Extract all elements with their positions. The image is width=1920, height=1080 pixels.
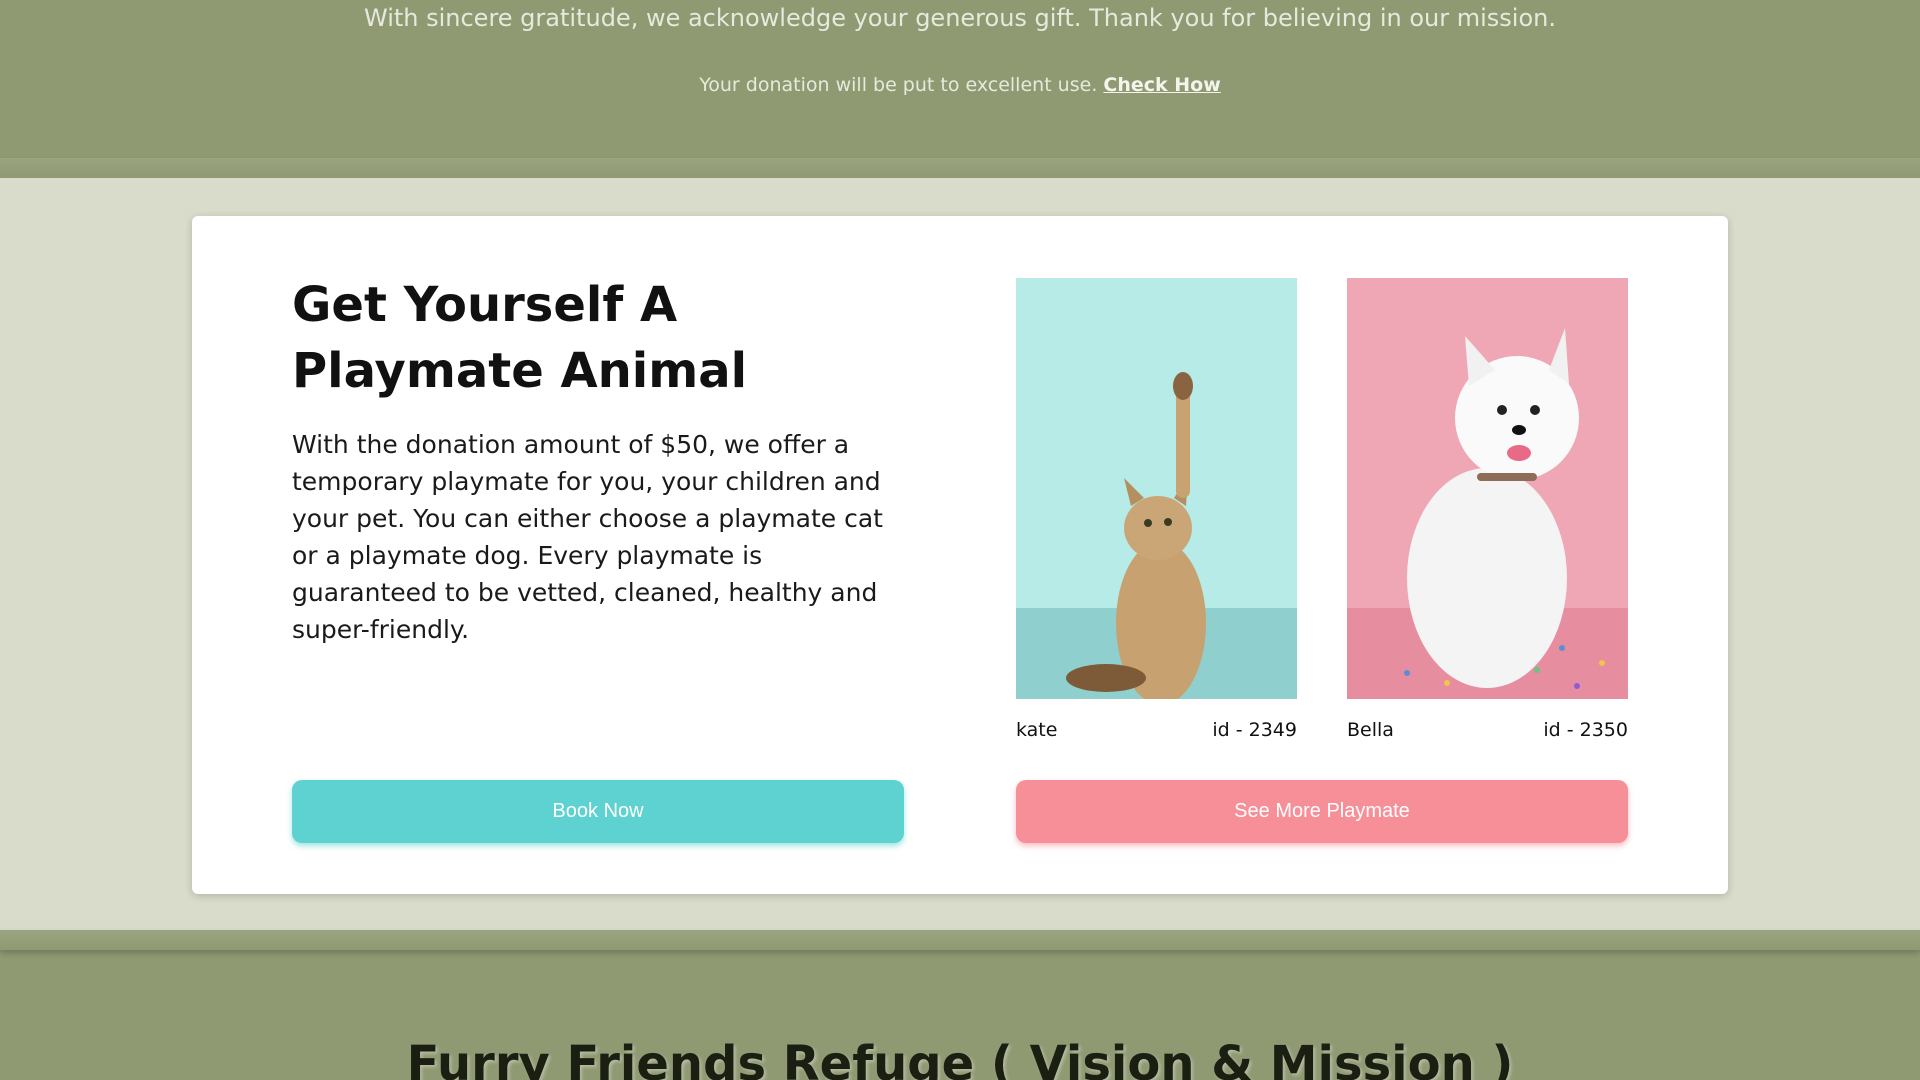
pet-card-cat[interactable]: kate id - 2349: [1016, 278, 1297, 741]
see-more-playmate-button[interactable]: See More Playmate: [1016, 780, 1628, 843]
donation-thanks-banner: With sincere gratitude, we acknowledge y…: [0, 0, 1920, 158]
pet-card-dog[interactable]: Bella id - 2350: [1347, 278, 1628, 741]
pet-id: id - 2350: [1543, 719, 1628, 741]
pet-name: Bella: [1347, 719, 1394, 741]
divider-strip-top: [0, 158, 1920, 178]
card-title: Get Yourself A Playmate Animal: [292, 277, 748, 399]
vision-mission-title: Furry Friends Refuge ( Vision & Mission …: [406, 1036, 1514, 1080]
pet-meta-dog: Bella id - 2350: [1347, 719, 1628, 741]
pet-meta-cat: kate id - 2349: [1016, 719, 1297, 741]
donation-use-note: Your donation will be put to excellent u…: [0, 74, 1920, 96]
pet-id: id - 2349: [1212, 719, 1297, 741]
divider-strip-bottom: [0, 930, 1920, 950]
book-now-button[interactable]: Book Now: [292, 780, 904, 843]
gratitude-message: With sincere gratitude, we acknowledge y…: [363, 4, 1556, 32]
playmate-card: Get Yourself A Playmate Animal With the …: [192, 216, 1728, 894]
pet-name: kate: [1016, 719, 1058, 741]
dog-photo-icon: [1347, 278, 1628, 699]
check-how-link[interactable]: Check How: [1103, 74, 1220, 96]
donation-use-text: Your donation will be put to excellent u…: [699, 74, 1098, 96]
cat-photo-icon: [1016, 278, 1297, 699]
card-description: With the donation amount of $50, we offe…: [292, 430, 883, 644]
